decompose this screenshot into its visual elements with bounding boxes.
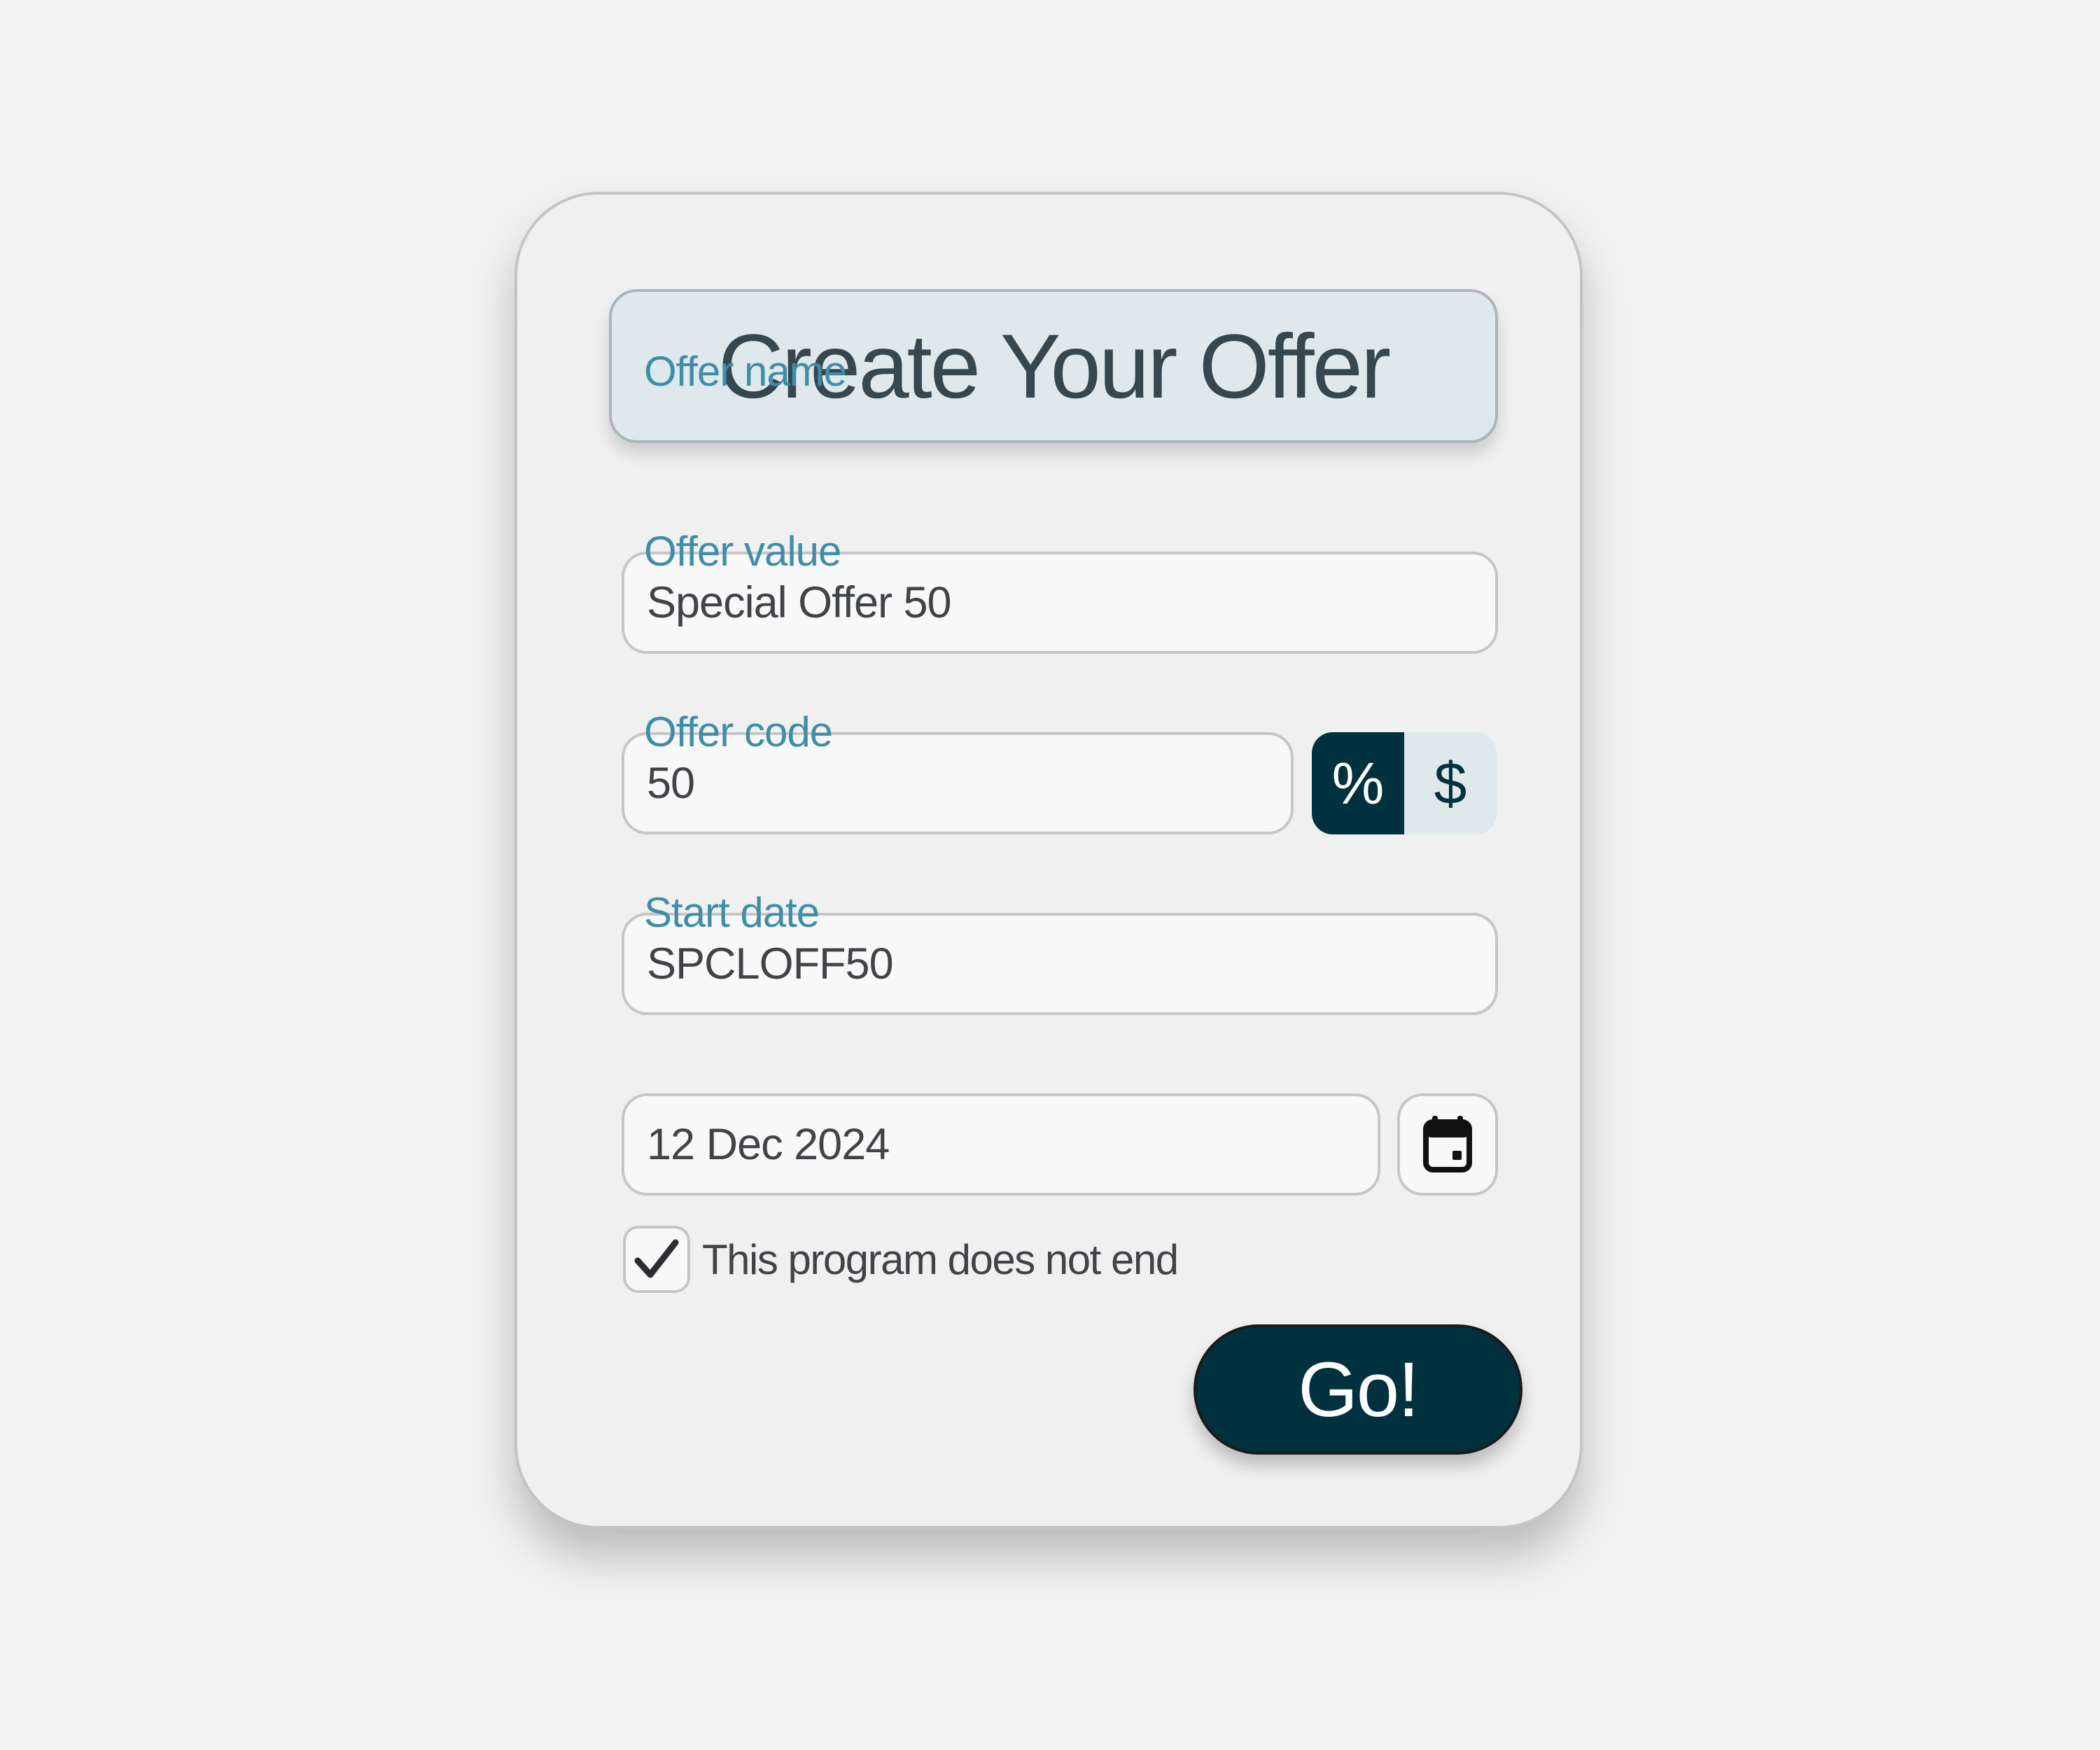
start-date-label: Start date	[644, 889, 820, 936]
calendar-icon	[1422, 1116, 1473, 1173]
no-end-checkbox[interactable]	[623, 1226, 690, 1293]
offer-form-card: Create Your Offer Offer name Special Off…	[514, 192, 1583, 1529]
start-date-input[interactable]: 12 Dec 2024	[622, 1093, 1380, 1196]
percent-unit-button[interactable]: %	[1312, 732, 1404, 834]
go-button[interactable]: Go!	[1194, 1324, 1522, 1455]
date-picker-button[interactable]	[1397, 1093, 1498, 1196]
offer-value-unit-toggle: % $	[1312, 732, 1497, 834]
offer-value-label: Offer value	[644, 528, 841, 575]
dollar-unit-button[interactable]: $	[1404, 732, 1497, 834]
offer-code-label: Offer code	[644, 708, 833, 755]
no-end-checkbox-label: This program does not end	[702, 1236, 1179, 1283]
offer-name-label: Offer name	[644, 348, 847, 395]
checkmark-icon	[632, 1237, 681, 1282]
